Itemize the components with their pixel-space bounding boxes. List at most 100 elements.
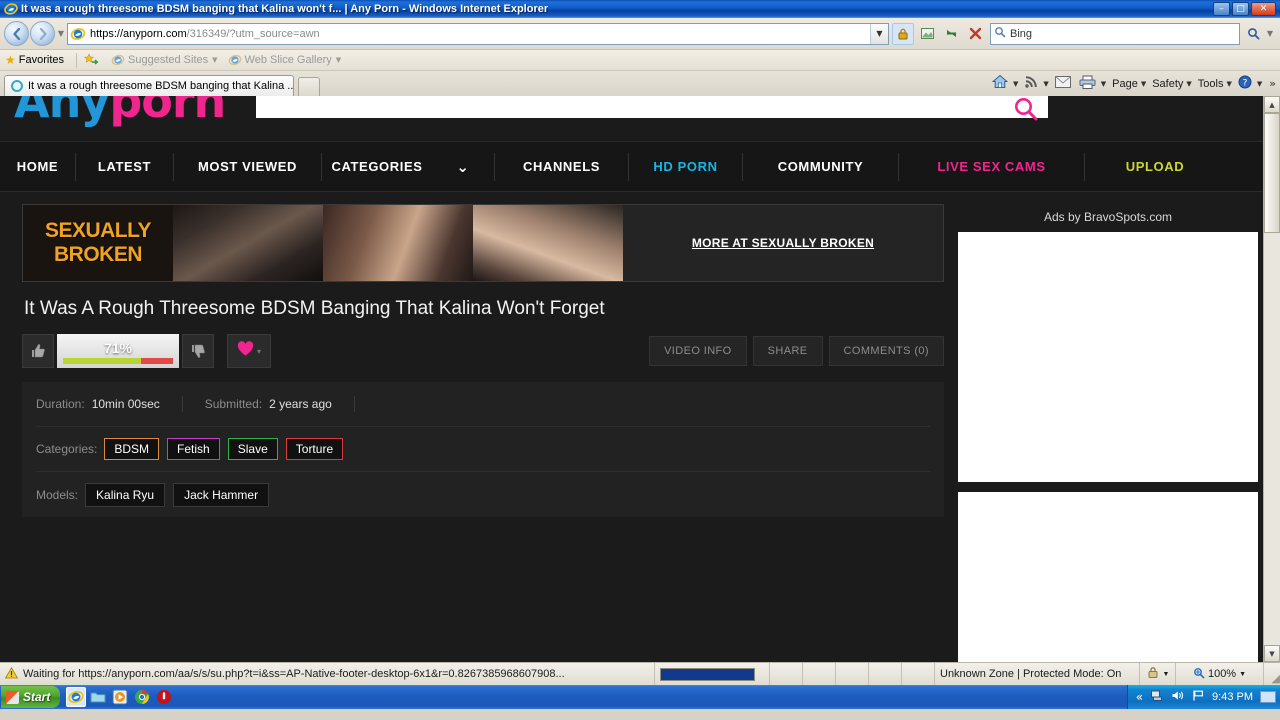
chevron-down-icon[interactable]: ▼ — [1163, 671, 1170, 678]
ad-slot-2[interactable] — [958, 492, 1258, 662]
web-slice-gallery-button[interactable]: Web Slice Gallery ▼ — [228, 53, 341, 67]
stop-icon[interactable] — [964, 23, 986, 45]
nav-item-categories[interactable]: CATEGORIES — [322, 153, 432, 181]
page-scrollbar[interactable]: ▲ ▼ — [1263, 96, 1280, 662]
network-icon[interactable] — [1150, 689, 1164, 705]
print-button[interactable]: ▼ — [1079, 75, 1106, 93]
ad-slot-1[interactable] — [958, 232, 1258, 482]
start-button[interactable]: Start — [1, 686, 61, 708]
banner-link-area[interactable]: MORE AT SEXUALLY BROKEN — [623, 205, 943, 281]
window-controls[interactable]: – □ ✕ — [1213, 2, 1278, 16]
zoom-level-cell[interactable]: 100% ▼ — [1176, 663, 1264, 685]
video-info-button[interactable]: VIDEO INFO — [649, 336, 747, 366]
browser-tab-active[interactable]: It was a rough threesome BDSM banging th… — [4, 75, 294, 96]
sponsor-banner[interactable]: SEXUALLY BROKEN MORE AT SEXUALLY BROKEN — [22, 204, 944, 282]
nav-item-channels[interactable]: CHANNELS — [495, 153, 628, 181]
protected-mode-icon-cell[interactable]: ▼ — [1140, 663, 1176, 685]
windows-flag-icon — [6, 690, 19, 704]
volume-icon[interactable] — [1171, 689, 1185, 705]
address-dropdown-caret[interactable]: ▼ — [870, 23, 888, 44]
windows-taskbar: Start « 9:43 PM — [0, 685, 1280, 709]
search-icon[interactable] — [1013, 96, 1039, 128]
flag-icon[interactable] — [1192, 689, 1205, 705]
search-go-button[interactable] — [1242, 23, 1264, 45]
nav-item-upload[interactable]: UPLOAD — [1085, 153, 1225, 181]
duration-label: Duration: — [36, 397, 85, 411]
folder-icon[interactable] — [88, 687, 108, 707]
suggested-sites-button[interactable]: Suggested Sites ▼ — [111, 53, 218, 67]
favorites-button[interactable]: ★ Favorites — [5, 53, 64, 67]
media-player-icon[interactable] — [110, 687, 130, 707]
search-input[interactable]: Bing — [990, 22, 1240, 45]
chevron-down-icon[interactable]: ▼ — [1101, 80, 1106, 88]
suggested-sites-label: Suggested Sites — [128, 54, 209, 66]
thumbs-down-icon[interactable] — [182, 334, 214, 368]
help-menu-button[interactable]: ? ▼ — [1238, 75, 1262, 93]
scrollbar-track[interactable] — [1264, 233, 1280, 645]
chevron-down-icon[interactable]: ▼ — [1239, 671, 1246, 678]
back-button[interactable] — [4, 21, 29, 46]
show-desktop-icon[interactable] — [1260, 691, 1276, 703]
category-tag-fetish[interactable]: Fetish — [167, 438, 220, 460]
nav-item-live-sex-cams[interactable]: LIVE SEX CAMS — [899, 153, 1084, 181]
nav-item-hd-porn[interactable]: HD PORN — [629, 153, 742, 181]
forward-button[interactable] — [30, 21, 55, 46]
site-logo[interactable]: Anyporn — [14, 96, 226, 128]
refresh-icon[interactable] — [940, 23, 962, 45]
video-rating-row: 71% ▾ VIDEO INFO SHARE COMMENTS (0) — [22, 334, 944, 368]
nav-item-most-viewed[interactable]: MOST VIEWED — [174, 153, 321, 181]
new-tab-button[interactable] — [298, 77, 320, 96]
recent-pages-caret[interactable]: ▼ — [55, 29, 67, 38]
safety-menu-button[interactable]: Safety ▼ — [1152, 78, 1192, 90]
close-button[interactable]: ✕ — [1251, 2, 1276, 16]
comments-button[interactable]: COMMENTS (0) — [828, 336, 944, 366]
record-icon[interactable] — [154, 687, 174, 707]
share-button[interactable]: SHARE — [752, 336, 823, 366]
compatibility-view-icon[interactable] — [916, 23, 938, 45]
model-tag-jack-hammer[interactable]: Jack Hammer — [173, 482, 270, 507]
more-at-sexually-broken-link[interactable]: MORE AT SEXUALLY BROKEN — [692, 236, 874, 250]
resize-grip[interactable]: ◢ — [1264, 663, 1280, 685]
svg-text:?: ? — [1242, 78, 1247, 88]
command-bar-overflow-button[interactable]: » — [1269, 77, 1276, 90]
scroll-up-button[interactable]: ▲ — [1264, 96, 1280, 113]
rating-progress-fill — [63, 358, 142, 364]
add-to-favorites-button[interactable]: ▾ — [227, 334, 271, 368]
page-menu-button[interactable]: Page ▼ — [1112, 78, 1146, 90]
minimize-button[interactable]: – — [1213, 2, 1230, 16]
scrollbar-thumb[interactable] — [1264, 113, 1280, 233]
site-search-input[interactable] — [256, 96, 1048, 118]
maximize-button[interactable]: □ — [1232, 2, 1249, 16]
nav-item-latest[interactable]: LATEST — [76, 153, 173, 181]
category-tag-slave[interactable]: Slave — [227, 438, 278, 460]
clock[interactable]: 9:43 PM — [1212, 691, 1253, 703]
feeds-button[interactable]: ▼ — [1024, 75, 1049, 93]
read-mail-button[interactable] — [1054, 75, 1073, 92]
home-button[interactable]: ▼ — [991, 74, 1018, 93]
chrome-icon[interactable] — [132, 687, 152, 707]
search-provider-caret[interactable]: ▼ — [1264, 29, 1276, 38]
model-tag-kalina-ryu[interactable]: Kalina Ryu — [85, 482, 166, 507]
lock-icon[interactable] — [892, 22, 914, 45]
address-bar-url: https://anyporn.com/316349/?utm_source=a… — [90, 27, 320, 40]
thumbs-up-icon[interactable] — [22, 334, 54, 368]
scroll-down-button[interactable]: ▼ — [1264, 645, 1280, 662]
internet-explorer-icon[interactable] — [66, 687, 87, 707]
category-tag-torture[interactable]: Torture — [285, 438, 344, 460]
web-slice-gallery-label: Web Slice Gallery — [244, 54, 332, 66]
nav-item-community[interactable]: COMMUNITY — [743, 153, 898, 181]
web-page-content: Anyporn HOME LATEST MOST VIEWED CATEGORI… — [0, 96, 1263, 662]
favorites-label: Favorites — [18, 54, 65, 66]
nav-item-home[interactable]: HOME — [0, 153, 75, 181]
chevron-down-icon[interactable]: ▼ — [1013, 80, 1018, 88]
add-to-favorites-bar-button[interactable] — [83, 53, 101, 67]
loading-progress-bar — [660, 667, 755, 681]
chevron-down-icon[interactable]: ▼ — [1043, 80, 1048, 88]
show-hidden-icons-icon[interactable]: « — [1136, 690, 1143, 704]
chevron-down-icon: ▼ — [212, 56, 218, 64]
chevron-down-icon[interactable]: ⌄ — [432, 153, 494, 181]
tools-menu-button[interactable]: Tools ▼ — [1198, 78, 1232, 90]
models-label: Models: — [36, 487, 79, 502]
address-bar[interactable]: https://anyporn.com/316349/?utm_source=a… — [67, 22, 889, 45]
category-tag-bdsm[interactable]: BDSM — [104, 438, 160, 460]
